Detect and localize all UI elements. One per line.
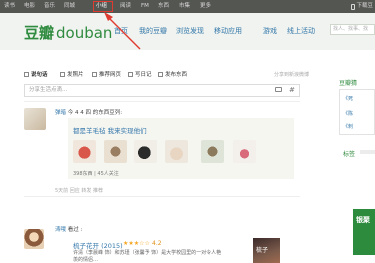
sidebar-link[interactable]: 《刺 [343,123,353,130]
diary-icon [128,71,133,77]
feed-action-text: 看过 : [67,227,83,233]
thumbnail-4[interactable] [165,140,188,163]
feed-user-link[interactable]: 涛哦 [55,227,66,233]
divider [24,196,300,197]
share-weibo-hint[interactable]: 分享到新浪微博 [274,71,309,78]
movie-description: 许清（李晨峰 饰）和苏瑾（张馨予 饰）是大学校园里的一对令人艳羡的情侣… [73,250,222,263]
thumbnail-3[interactable] [134,140,157,163]
ad-text: 银聚 [356,216,370,224]
star-rating-icon: ★★★☆☆ [123,240,150,247]
sidebar-title: 豆瓣猜 [339,80,358,87]
sidebar-link[interactable]: 《陈 [343,110,353,117]
thing-icon [158,71,163,77]
recommend-web-tab[interactable]: 推荐网页 [92,70,121,78]
recommend-label: 推荐网页 [99,72,122,78]
thumbnail-1[interactable] [73,140,96,163]
feed-item-header: 涛哦 看过 : [55,225,82,233]
douban-page: 读书 电影 音乐 同城 小组 阅读 FM 东西 市集 更多 下载豆 豆瓣 dou… [0,0,375,263]
sidebar-link[interactable]: 《死 [343,95,353,102]
diary-label: 写日记 [135,72,152,78]
camera-icon[interactable] [275,87,282,92]
photo-label: 发照片 [67,72,84,78]
rating-value: 4.2 [152,240,162,247]
thumbnail-5[interactable] [201,140,224,163]
thumbnail-2[interactable] [104,140,127,163]
tag-section-title: 标签 [343,151,356,158]
say-something-tab[interactable]: 说句话 [24,70,48,78]
publish-thing-tab[interactable]: 发布东西 [158,70,187,78]
sidebar-box: 《死 《陈 《刺 [339,89,375,135]
thumbnail-6[interactable] [233,140,256,163]
divider [24,101,300,102]
poster-text: 梳子 [256,247,269,254]
movie-poster[interactable]: 梳子 [253,238,280,263]
say-label: 说句话 [31,72,48,78]
doulist-title-link[interactable]: 都是羊毛毡 我来实现他们 [73,125,147,135]
thing-label: 发布东西 [165,72,188,78]
hashtag-icon[interactable]: # [289,84,295,96]
sidebar-ad[interactable]: 银聚 [353,209,375,255]
link-icon [92,71,97,77]
avatar[interactable] [24,108,46,130]
feed-action-text: 今 4 4 四 的东西豆列: [67,110,123,116]
feed-item-footer[interactable]: 5天前 回应 转发 推荐 [55,187,103,194]
feed-item-header: 弹暗 今 4 4 四 的东西豆列: [55,108,122,116]
post-photo-tab[interactable]: 发照片 [60,70,84,78]
speech-icon [24,71,29,77]
tag-bar [360,150,375,154]
status-input[interactable]: 分享生活点滴... [24,84,300,97]
feed-user-link[interactable]: 弹暗 [55,110,66,116]
photo-icon [60,71,65,77]
movie-title-link[interactable]: 梳子花开 (2015) [73,240,123,250]
doulist-meta: 398东西 | 45人关注 [73,171,119,177]
write-diary-tab[interactable]: 写日记 [128,70,152,78]
avatar[interactable] [24,229,44,249]
